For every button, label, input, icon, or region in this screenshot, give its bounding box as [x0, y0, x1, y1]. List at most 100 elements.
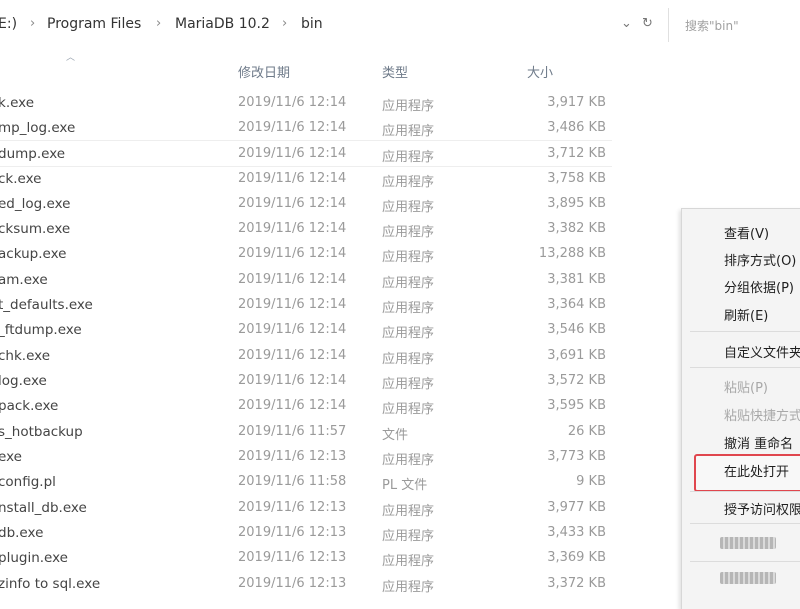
file-row[interactable]: ackup.exe 2019/11/6 12:14 应用程序 13,288 KB: [0, 241, 612, 266]
file-row[interactable]: _ftdump.exe 2019/11/6 12:14 应用程序 3,546 K…: [0, 317, 612, 342]
breadcrumb-drive[interactable]: E:): [0, 16, 17, 32]
file-row[interactable]: zinfo to sql.exe 2019/11/6 12:13 应用程序 3,…: [0, 571, 612, 596]
menu-item-paste: 粘贴(P): [724, 381, 768, 396]
file-date: 2019/11/6 12:14: [238, 348, 347, 363]
file-row[interactable]: dump.exe 2019/11/6 12:14 应用程序 3,712 KB: [0, 140, 612, 167]
file-row[interactable]: chk.exe 2019/11/6 12:14 应用程序 3,691 KB: [0, 343, 612, 368]
file-date: 2019/11/6 12:14: [238, 171, 347, 186]
file-name: k.exe: [0, 95, 35, 111]
sort-up-icon: ︿: [66, 53, 76, 63]
file-name: plugin.exe: [0, 550, 68, 566]
file-date: 2019/11/6 12:14: [238, 373, 347, 388]
file-date: 2019/11/6 12:14: [238, 221, 347, 236]
file-date: 2019/11/6 12:14: [238, 398, 347, 413]
menu-item-grant-access[interactable]: 授予访问权限: [724, 499, 800, 518]
file-row[interactable]: db.exe 2019/11/6 12:13 应用程序 3,433 KB: [0, 520, 612, 545]
file-row[interactable]: k.exe 2019/11/6 12:14 应用程序 3,917 KB: [0, 90, 612, 115]
menu-item-group[interactable]: 分组依据(P): [724, 277, 794, 296]
menu-item-open-here[interactable]: 在此处打开: [724, 461, 789, 480]
file-type: 应用程序: [382, 225, 435, 240]
file-row[interactable]: nstall_db.exe 2019/11/6 12:13 应用程序 3,977…: [0, 495, 612, 520]
file-row[interactable]: ck.exe 2019/11/6 12:14 应用程序 3,758 KB: [0, 166, 612, 191]
column-header-date[interactable]: 修改日期: [238, 62, 290, 81]
file-name: cksum.exe: [0, 221, 71, 237]
breadcrumb-program-files[interactable]: Program Files: [47, 16, 141, 32]
menu-item-view[interactable]: 查看(V): [724, 223, 769, 242]
file-type: 应用程序: [382, 200, 435, 215]
menu-item-blurred[interactable]: [720, 572, 776, 584]
file-type: 应用程序: [382, 352, 435, 367]
file-type: 应用程序: [382, 554, 435, 569]
chevron-right-icon[interactable]: ›: [282, 16, 287, 31]
file-date: 2019/11/6 12:13: [238, 449, 347, 464]
menu-item-sort[interactable]: 排序方式(O): [724, 250, 796, 269]
file-size: 13,288 KB: [538, 246, 606, 261]
file-type: PL 文件: [382, 478, 428, 493]
file-row[interactable]: log.exe 2019/11/6 12:14 应用程序 3,572 KB: [0, 368, 612, 393]
menu-item-customize-folder[interactable]: 自定义文件夹: [724, 342, 800, 361]
file-row[interactable]: config.pl 2019/11/6 11:58 PL 文件 9 KB: [0, 469, 612, 494]
file-date: 2019/11/6 12:13: [238, 550, 347, 565]
file-type: 应用程序: [382, 276, 435, 291]
file-row[interactable]: mp_log.exe 2019/11/6 12:14 应用程序 3,486 KB: [0, 115, 612, 140]
file-type: 应用程序: [382, 326, 435, 341]
chevron-down-icon[interactable]: ⌄: [621, 16, 632, 31]
file-row[interactable]: plugin.exe 2019/11/6 12:13 应用程序 3,369 KB: [0, 545, 612, 570]
file-type: 应用程序: [382, 377, 435, 392]
file-size: 3,369 KB: [547, 550, 606, 565]
file-size: 3,712 KB: [547, 146, 606, 161]
file-size: 3,381 KB: [547, 272, 606, 287]
file-name: ackup.exe: [0, 246, 67, 262]
menu-separator: [690, 331, 800, 332]
file-row[interactable]: cksum.exe 2019/11/6 12:14 应用程序 3,382 KB: [0, 216, 612, 241]
file-name: exe: [0, 449, 22, 465]
file-date: 2019/11/6 12:14: [238, 297, 347, 312]
file-name: am.exe: [0, 272, 48, 288]
search-box[interactable]: [668, 8, 800, 42]
file-date: 2019/11/6 11:58: [238, 474, 347, 489]
file-date: 2019/11/6 12:14: [238, 146, 347, 161]
column-header-type[interactable]: 类型: [382, 62, 408, 81]
menu-separator: [690, 367, 800, 368]
refresh-icon[interactable]: ↻: [642, 16, 653, 31]
breadcrumb-bin[interactable]: bin: [301, 16, 323, 32]
file-date: 2019/11/6 12:14: [238, 272, 347, 287]
file-name: nstall_db.exe: [0, 500, 87, 516]
chevron-right-icon[interactable]: ›: [30, 16, 35, 31]
file-size: 3,546 KB: [547, 322, 606, 337]
file-row[interactable]: s_hotbackup 2019/11/6 11:57 文件 26 KB: [0, 419, 612, 444]
file-type: 应用程序: [382, 504, 435, 519]
breadcrumb-mariadb[interactable]: MariaDB 10.2: [175, 16, 270, 32]
file-size: 3,382 KB: [547, 221, 606, 236]
file-row[interactable]: am.exe 2019/11/6 12:14 应用程序 3,381 KB: [0, 267, 612, 292]
file-name: dump.exe: [0, 146, 66, 162]
file-date: 2019/11/6 12:13: [238, 525, 347, 540]
chevron-right-icon[interactable]: ›: [156, 16, 161, 31]
file-name: zinfo to sql.exe: [0, 576, 101, 592]
file-name: pack.exe: [0, 398, 59, 414]
file-type: 应用程序: [382, 529, 435, 544]
file-name: _ftdump.exe: [0, 322, 82, 338]
menu-item-undo-rename[interactable]: 撤消 重命名: [724, 433, 793, 452]
file-date: 2019/11/6 12:14: [238, 95, 347, 110]
file-type: 文件: [382, 428, 409, 443]
file-type: 应用程序: [382, 175, 435, 190]
file-type: 应用程序: [382, 301, 435, 316]
search-input[interactable]: [683, 16, 797, 36]
file-size: 3,691 KB: [547, 348, 606, 363]
file-row[interactable]: t_defaults.exe 2019/11/6 12:14 应用程序 3,36…: [0, 292, 612, 317]
file-type: 应用程序: [382, 150, 435, 165]
file-size: 26 KB: [567, 424, 606, 439]
file-row[interactable]: ed_log.exe 2019/11/6 12:14 应用程序 3,895 KB: [0, 191, 612, 216]
file-name: log.exe: [0, 373, 47, 389]
file-type: 应用程序: [382, 250, 435, 265]
file-name: config.pl: [0, 474, 56, 490]
menu-item-blurred[interactable]: [720, 537, 776, 549]
column-header-size[interactable]: 大小: [527, 62, 553, 81]
file-size: 3,895 KB: [547, 196, 606, 211]
menu-item-refresh[interactable]: 刷新(E): [724, 305, 768, 324]
file-date: 2019/11/6 12:14: [238, 120, 347, 135]
file-row[interactable]: exe 2019/11/6 12:13 应用程序 3,773 KB: [0, 444, 612, 469]
file-size: 3,917 KB: [547, 95, 606, 110]
file-row[interactable]: pack.exe 2019/11/6 12:14 应用程序 3,595 KB: [0, 393, 612, 418]
